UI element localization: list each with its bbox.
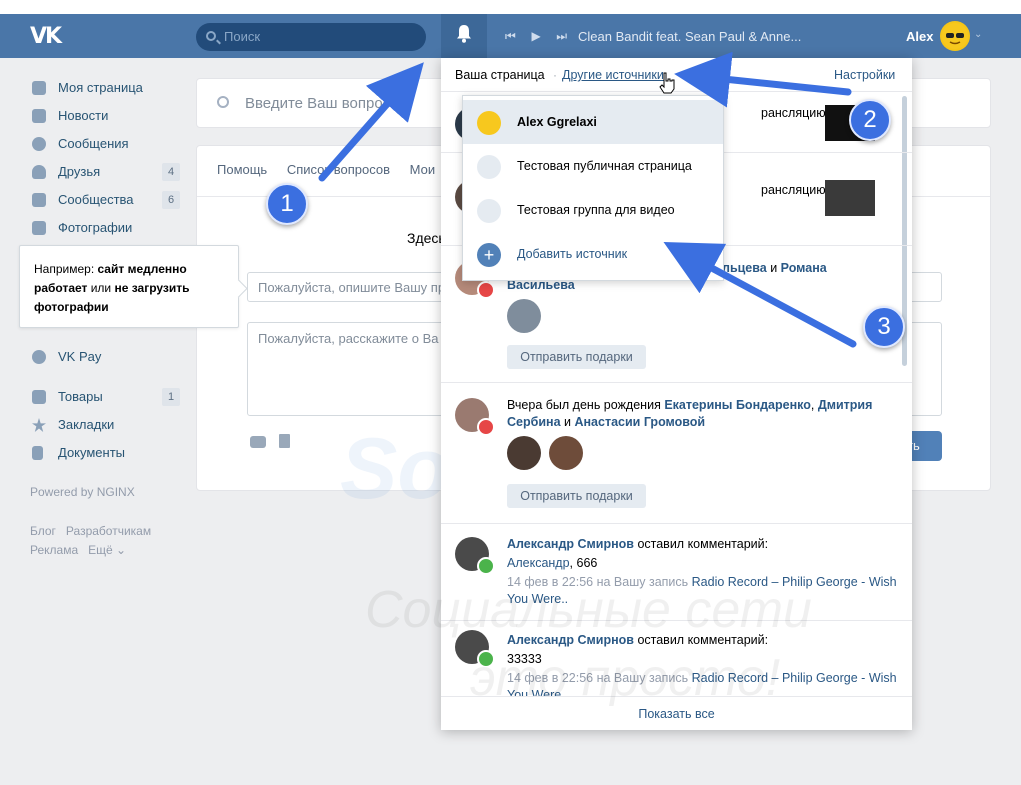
callout-2: 2 <box>849 99 891 141</box>
arrow-3 <box>663 242 857 348</box>
arrow-2 <box>674 51 852 108</box>
hand-cursor-icon <box>659 72 675 94</box>
callout-1: 1 <box>266 183 308 225</box>
callout-3: 3 <box>863 306 905 348</box>
arrow-1 <box>318 62 424 182</box>
